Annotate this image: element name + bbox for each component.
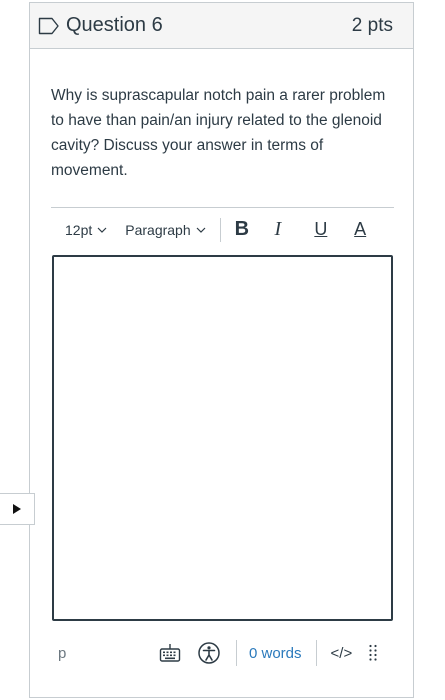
question-card: Question 6 2 pts Why is suprascapular no… xyxy=(29,2,414,698)
flag-icon[interactable] xyxy=(38,17,60,35)
keyboard-icon[interactable] xyxy=(158,641,182,665)
element-path[interactable]: p xyxy=(51,645,158,662)
block-format-value: Paragraph xyxy=(125,221,191,238)
italic-button[interactable]: I xyxy=(274,218,300,241)
question-text: Why is suprascapular notch pain a rarer … xyxy=(51,87,386,179)
sidebar-toggle-button[interactable] xyxy=(0,493,35,525)
underline-button[interactable]: U xyxy=(314,219,340,240)
html-editor-toggle[interactable]: </> xyxy=(331,645,353,662)
question-points: 2 pts xyxy=(351,14,393,36)
question-header: Question 6 2 pts xyxy=(30,3,413,49)
font-size-select[interactable]: 12pt xyxy=(65,222,107,238)
font-size-value: 12pt xyxy=(65,221,93,238)
statusbar-divider xyxy=(315,640,317,666)
toolbar-divider xyxy=(219,217,221,242)
bold-button[interactable]: B xyxy=(235,218,261,241)
block-format-select[interactable]: Paragraph xyxy=(125,221,206,238)
question-title: Question 6 xyxy=(66,14,163,36)
question-header-left: Question 6 xyxy=(38,14,163,37)
editor-statusbar: p 0 words </> xyxy=(51,633,394,673)
accessibility-icon[interactable] xyxy=(197,641,221,665)
statusbar-divider xyxy=(236,640,237,666)
text-color-button[interactable]: A xyxy=(354,219,380,240)
editor-toolbar: 12pt Paragraph B I U A xyxy=(51,207,394,251)
resize-grip-icon[interactable] xyxy=(368,643,378,663)
word-count[interactable]: 0 words xyxy=(249,645,302,662)
play-icon xyxy=(13,504,21,514)
answer-editor[interactable] xyxy=(52,255,393,621)
chevron-down-icon xyxy=(196,227,206,233)
chevron-down-icon xyxy=(97,227,107,233)
